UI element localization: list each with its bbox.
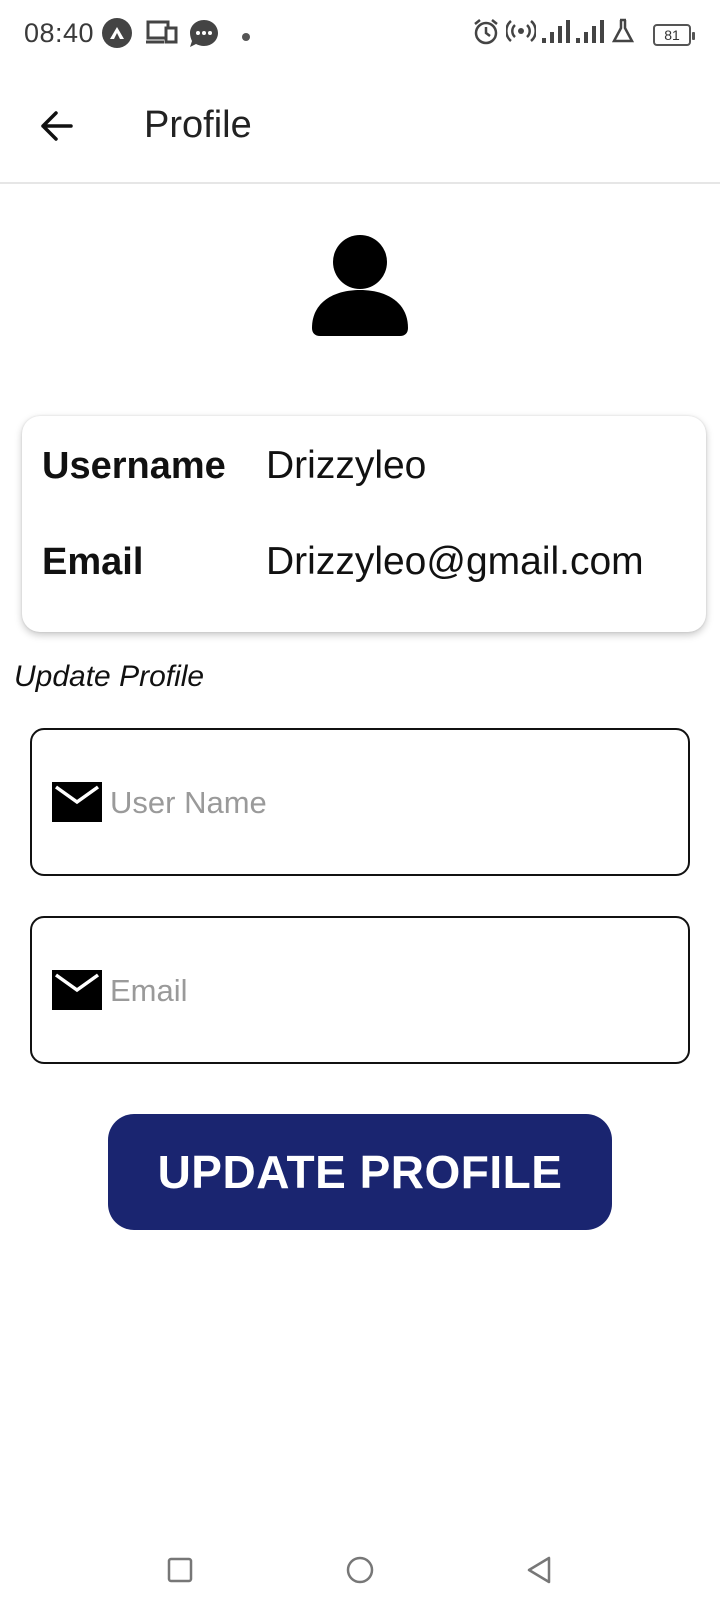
- signal-icon: [574, 18, 606, 44]
- back-triangle-icon: [527, 1556, 551, 1584]
- username-label: Username: [42, 445, 226, 487]
- recents-square-icon: [167, 1557, 193, 1583]
- mail-icon: [52, 782, 102, 822]
- app-bar: Profile: [0, 72, 720, 184]
- person-icon: [312, 235, 408, 336]
- devices-icon: [146, 18, 178, 46]
- update-profile-button[interactable]: UPDATE PROFILE: [108, 1114, 612, 1230]
- arrow-left-icon: [41, 111, 73, 141]
- back-nav-button[interactable]: [518, 1548, 562, 1592]
- avatar: [308, 232, 412, 344]
- status-time: 08:40: [24, 18, 95, 48]
- hotspot-icon: [506, 18, 536, 44]
- home-circle-icon: [346, 1556, 374, 1584]
- system-nav-bar: [0, 1536, 720, 1612]
- dot-icon: [242, 33, 250, 41]
- home-button[interactable]: [338, 1548, 382, 1592]
- recents-button[interactable]: [158, 1548, 202, 1592]
- page-title: Profile: [144, 104, 252, 146]
- battery-icon: 81: [653, 24, 695, 46]
- email-value: Drizzyleo@gmail.com: [266, 540, 644, 583]
- navigation-app-icon: [102, 18, 132, 48]
- email-label: Email: [42, 541, 144, 583]
- signal-icon: [540, 18, 572, 44]
- profile-screen: 08:40 81 Profile Username Drizzyleo Emai…: [0, 0, 720, 1612]
- username-input-box[interactable]: [30, 728, 690, 876]
- lab-flask-icon: [612, 18, 634, 44]
- profile-info-card: Username Drizzyleo Email Drizzyleo@gmail…: [22, 416, 706, 632]
- status-bar: 08:40 81: [0, 0, 720, 72]
- back-button[interactable]: [30, 100, 82, 152]
- email-input-box[interactable]: [30, 916, 690, 1064]
- username-input[interactable]: [108, 770, 672, 836]
- chat-bubble-icon: [188, 18, 220, 50]
- username-row: Username Drizzyleo: [42, 444, 426, 488]
- username-value: Drizzyleo: [266, 444, 427, 487]
- alarm-icon: [472, 18, 500, 46]
- email-input[interactable]: [108, 958, 672, 1024]
- update-profile-heading: Update Profile: [14, 660, 205, 693]
- mail-icon: [52, 970, 102, 1010]
- email-row: Email Drizzyleo@gmail.com: [42, 540, 644, 584]
